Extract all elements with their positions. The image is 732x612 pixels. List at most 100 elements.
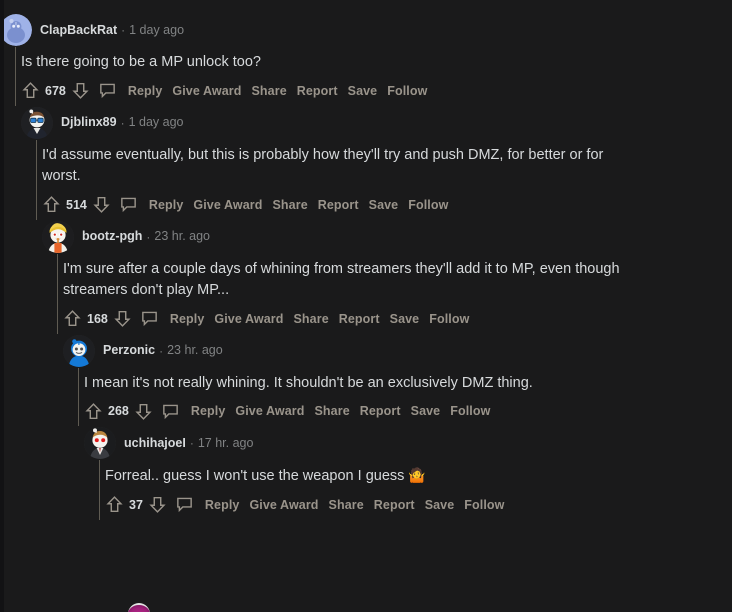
report-button[interactable]: Report	[355, 402, 406, 420]
avatar[interactable]	[0, 14, 32, 46]
child-comments: bootz-pgh · 23 hr. ago I'm sure after a cou…	[21, 220, 732, 520]
save-button[interactable]: Save	[385, 310, 425, 328]
child-comments: uchihajoeI · 17 hr. ago Forreal.. guess I w…	[63, 426, 732, 520]
downvote-arrow-icon[interactable]	[113, 309, 132, 328]
comment-text: I mean it's not really whining. It shoul…	[84, 374, 533, 391]
meta-separator: ·	[121, 23, 126, 37]
share-button[interactable]: Share	[289, 310, 334, 328]
avatar[interactable]	[42, 220, 74, 253]
comment-bubble-icon[interactable]	[161, 402, 180, 421]
downvote-arrow-icon[interactable]	[134, 402, 153, 421]
upvote-arrow-icon[interactable]	[21, 81, 40, 100]
comment-header: uchihajoeI · 17 hr. ago	[84, 426, 732, 460]
save-button[interactable]: Save	[343, 82, 383, 100]
meta-separator: ·	[159, 343, 164, 358]
comment-body-wrap: Is there going to be a MP unlock too? 678…	[0, 47, 732, 106]
comment-timestamp: 23 hr. ago	[167, 343, 223, 358]
follow-button[interactable]: Follow	[445, 402, 495, 420]
comment-timestamp: 1 day ago	[128, 115, 184, 130]
comment-header: bootz-pgh · 23 hr. ago	[42, 220, 732, 254]
comment: ClapBackRat · 1 day ago Is there going to b…	[0, 13, 732, 520]
upvote-arrow-icon[interactable]	[105, 495, 124, 514]
thread-collapse-line[interactable]	[36, 139, 37, 220]
downvote-arrow-icon[interactable]	[148, 495, 167, 514]
comment: bootz-pgh · 23 hr. ago I'm sure after a cou…	[42, 220, 732, 520]
comment-author[interactable]: uchihajoeI	[124, 437, 186, 450]
share-button[interactable]: Share	[247, 82, 292, 100]
give-award-button[interactable]: Give Award	[230, 402, 309, 420]
meta-separator: ·	[189, 436, 194, 450]
comment-bubble-icon[interactable]	[119, 195, 138, 214]
comment-bubble-icon[interactable]	[140, 309, 159, 328]
comment-meta: uchihajoeI · 17 hr. ago	[124, 437, 253, 450]
reply-button[interactable]: Reply	[200, 496, 245, 514]
vote-score: 678	[45, 83, 66, 98]
give-award-button[interactable]: Give Award	[209, 310, 288, 328]
comment-body-wrap: Forreal.. guess I won't use the weapon I…	[84, 460, 732, 520]
comment: Perzonic · 23 hr. ago I mean it's not reall…	[63, 334, 732, 520]
comment-header: Djblinx89 · 1 day ago	[21, 106, 732, 140]
comment-bubble-icon[interactable]	[98, 81, 117, 100]
comment: Djblinx89 · 1 day ago I'd assume eventually…	[21, 106, 732, 520]
shrug-emoji: 🤷	[408, 467, 426, 483]
report-button[interactable]: Report	[369, 496, 420, 514]
follow-button[interactable]: Follow	[424, 310, 474, 328]
comment-meta: ClapBackRat · 1 day ago	[40, 24, 184, 37]
save-button[interactable]: Save	[364, 196, 404, 214]
reply-button[interactable]: Reply	[123, 82, 168, 100]
thread-collapse-line[interactable]	[15, 47, 16, 106]
share-button[interactable]: Share	[324, 496, 369, 514]
meta-separator: ·	[120, 115, 125, 130]
comment-author[interactable]: ClapBackRat	[40, 24, 117, 37]
comment-author[interactable]: Perzonic	[103, 344, 155, 357]
comment-body-wrap: I mean it's not really whining. It shoul…	[63, 367, 732, 426]
give-award-button[interactable]: Give Award	[188, 196, 267, 214]
avatar[interactable]	[21, 106, 53, 139]
share-button[interactable]: Share	[310, 402, 355, 420]
vote-score: 514	[66, 197, 87, 212]
comment-action-bar: 168 Reply Give Award Share Report Save Follow	[63, 304, 732, 334]
comment-header: Perzonic · 23 hr. ago	[63, 334, 732, 368]
comment-bubble-icon[interactable]	[175, 495, 194, 514]
avatar[interactable]	[84, 427, 116, 459]
downvote-arrow-icon[interactable]	[71, 81, 90, 100]
comment-author[interactable]: bootz-pgh	[82, 230, 142, 243]
meta-separator: ·	[146, 229, 151, 244]
downvote-arrow-icon[interactable]	[92, 195, 111, 214]
comment-timestamp: 17 hr. ago	[197, 435, 254, 450]
vote-score: 168	[87, 311, 108, 326]
child-comments: Djblinx89 · 1 day ago I'd assume eventually…	[0, 106, 732, 520]
vote-score: 268	[108, 404, 129, 418]
comment-author[interactable]: Djblinx89	[61, 116, 117, 129]
comment-body-wrap: I'd assume eventually, but this is proba…	[21, 139, 732, 220]
comment-timestamp: 1 day ago	[129, 22, 185, 37]
avatar[interactable]	[63, 334, 95, 367]
follow-button[interactable]: Follow	[459, 496, 509, 514]
reply-button[interactable]: Reply	[165, 310, 210, 328]
share-button[interactable]: Share	[268, 196, 313, 214]
thread-collapse-line[interactable]	[99, 460, 100, 520]
reply-button[interactable]: Reply	[186, 402, 231, 420]
follow-button[interactable]: Follow	[403, 196, 453, 214]
report-button[interactable]: Report	[292, 82, 343, 100]
report-button[interactable]: Report	[313, 196, 364, 214]
upvote-arrow-icon[interactable]	[84, 402, 103, 421]
comment-meta: Djblinx89 · 1 day ago	[61, 116, 184, 129]
comment-action-bar: 37 Reply Give Award Share Report Save Follow	[105, 490, 732, 520]
thread-collapse-line[interactable]	[57, 253, 58, 334]
comment-thread: ClapBackRat · 1 day ago Is there going to b…	[0, 0, 732, 612]
give-award-button[interactable]: Give Award	[167, 82, 246, 100]
give-award-button[interactable]: Give Award	[244, 496, 323, 514]
comment-timestamp: 23 hr. ago	[154, 229, 210, 244]
follow-button[interactable]: Follow	[382, 82, 432, 100]
save-button[interactable]: Save	[406, 402, 446, 420]
save-button[interactable]: Save	[420, 496, 460, 514]
comment-meta: bootz-pgh · 23 hr. ago	[82, 230, 210, 243]
upvote-arrow-icon[interactable]	[42, 195, 61, 214]
comment-action-bar: 268 Reply Give Award Share Report Save Follow	[84, 396, 732, 426]
thread-collapse-line[interactable]	[78, 367, 79, 426]
upvote-arrow-icon[interactable]	[63, 309, 82, 328]
comment-text: Forreal.. guess I won't use the weapon I…	[105, 467, 426, 484]
reply-button[interactable]: Reply	[144, 196, 189, 214]
report-button[interactable]: Report	[334, 310, 385, 328]
